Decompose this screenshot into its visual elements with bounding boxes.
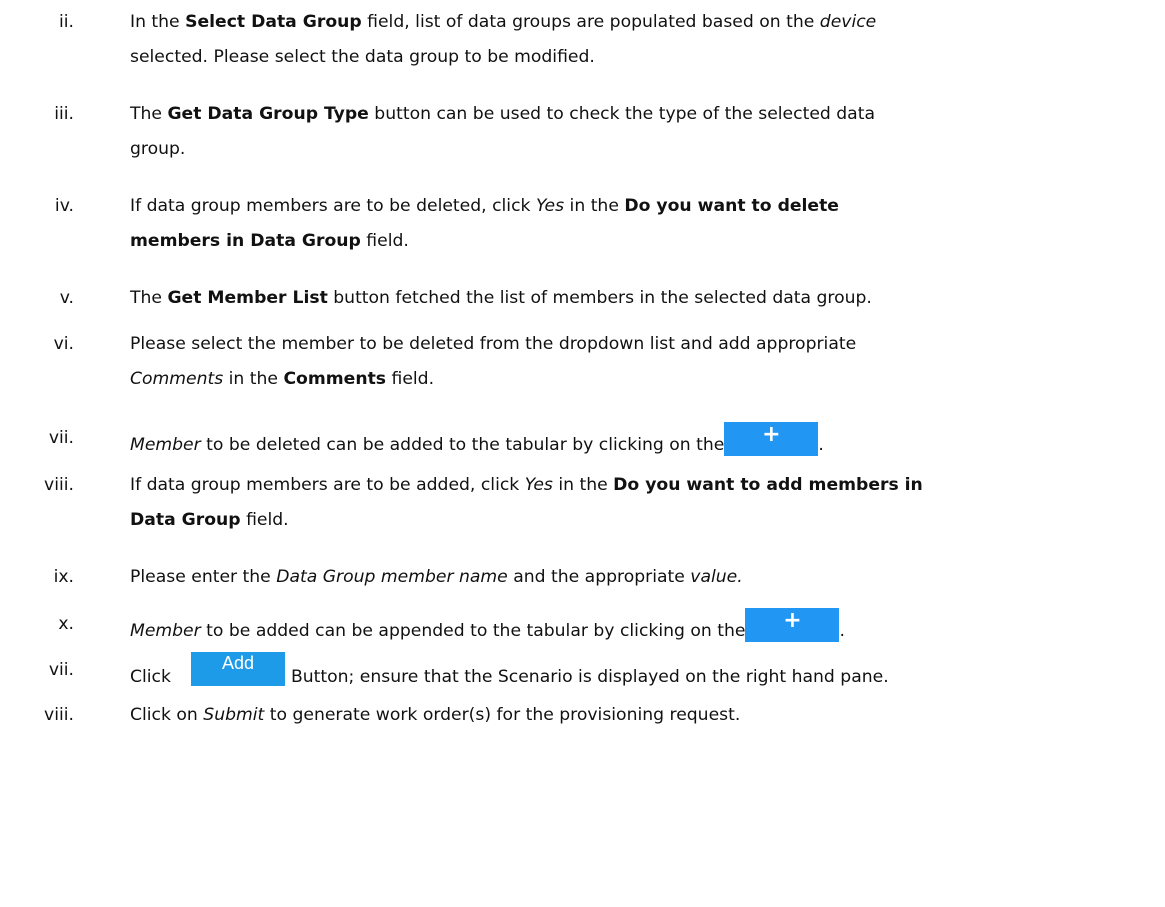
item-text-line2: group. — [130, 139, 186, 159]
item-text: Click Add Button; ensure that the Scenario… — [130, 652, 889, 687]
item-number: viii. — [44, 475, 74, 495]
item-text: The Get Data Group Type button can be us… — [130, 104, 875, 124]
item-text: If data group members are to be added, c… — [130, 475, 923, 495]
item-number: viii. — [44, 705, 74, 725]
item-text: In the Select Data Group field, list of … — [130, 12, 877, 32]
document-page: ii. In the Select Data Group field, list… — [0, 0, 1165, 907]
item-number: vi. — [53, 334, 74, 354]
item-text: Please enter the Data Group member name … — [130, 567, 743, 587]
item-text-line2: Data Group field. — [130, 510, 289, 530]
item-text-line2: selected. Please select the data group t… — [130, 47, 595, 67]
item-number: ii. — [58, 12, 74, 32]
item-text: Click on Submit to generate work order(s… — [130, 705, 741, 725]
item-number: v. — [59, 288, 74, 308]
item-text: If data group members are to be deleted,… — [130, 196, 839, 216]
item-number: iii. — [54, 104, 74, 124]
item-text-line2: members in Data Group field. — [130, 231, 409, 251]
item-text: The Get Member List button fetched the l… — [130, 288, 872, 308]
item-number: x. — [58, 614, 74, 634]
add-row-button[interactable]: + — [745, 608, 840, 642]
item-text: Please select the member to be deleted f… — [130, 334, 857, 354]
add-row-button[interactable]: + — [724, 422, 819, 456]
item-number: vii. — [48, 660, 74, 680]
add-button-label: Add — [221, 653, 254, 673]
plus-icon: + — [783, 608, 802, 633]
item-number: iv. — [54, 196, 74, 216]
item-text: Member to be deleted can be added to the… — [130, 422, 824, 456]
item-text-line2: Comments in the Comments field. — [130, 369, 435, 389]
plus-icon: + — [762, 422, 781, 447]
item-number: ix. — [53, 567, 74, 587]
add-button[interactable]: Add — [190, 652, 285, 686]
item-text: Member to be added can be appended to th… — [130, 608, 845, 642]
item-number: vii. — [48, 428, 74, 448]
